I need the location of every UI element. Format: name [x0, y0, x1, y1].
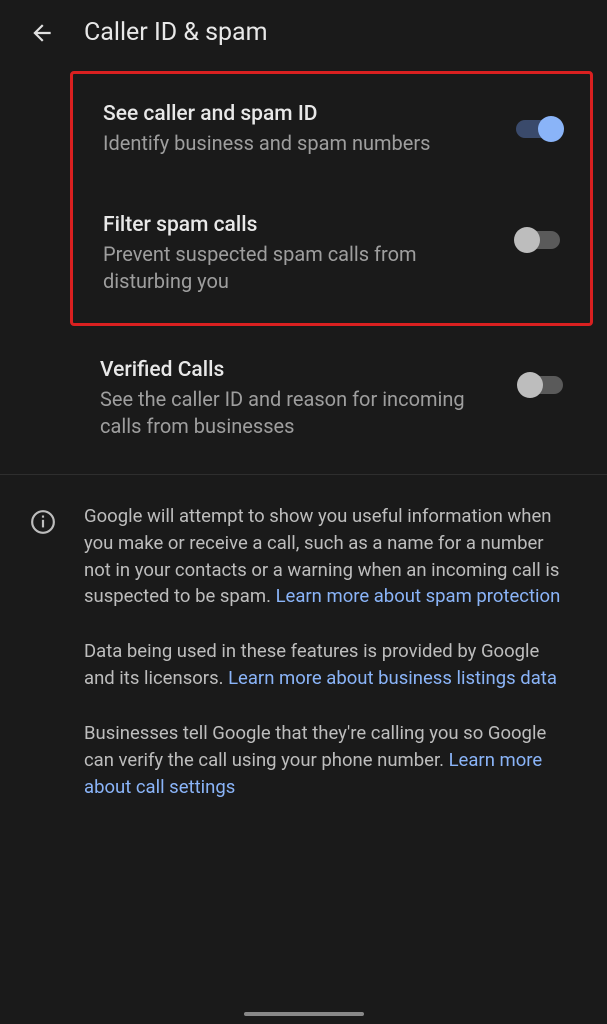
setting-verified-calls[interactable]: Verified Calls See the caller ID and rea…	[0, 326, 607, 474]
setting-description: See the caller ID and reason for incomin…	[100, 386, 499, 440]
toggle-filter-spam[interactable]	[516, 231, 560, 249]
info-section: Google will attempt to show you useful i…	[0, 475, 607, 828]
toggle-see-caller-id[interactable]	[516, 120, 560, 138]
header: Caller ID & spam	[0, 0, 607, 65]
setting-title: See caller and spam ID	[103, 102, 496, 126]
info-paragraph-1: Google will attempt to show you useful i…	[84, 503, 571, 610]
link-business-listings[interactable]: Learn more about business listings data	[228, 667, 557, 689]
toggle-verified-calls[interactable]	[519, 376, 563, 394]
setting-text: Verified Calls See the caller ID and rea…	[100, 358, 499, 440]
toggle-thumb	[514, 227, 540, 253]
setting-see-caller-id[interactable]: See caller and spam ID Identify business…	[103, 102, 560, 157]
arrow-back-icon	[29, 20, 55, 46]
link-spam-protection[interactable]: Learn more about spam protection	[276, 585, 561, 607]
info-icon	[30, 509, 56, 535]
setting-text: See caller and spam ID Identify business…	[103, 102, 496, 157]
setting-description: Identify business and spam numbers	[103, 130, 496, 157]
setting-title: Verified Calls	[100, 358, 499, 382]
setting-filter-spam[interactable]: Filter spam calls Prevent suspected spam…	[103, 213, 560, 295]
setting-text: Filter spam calls Prevent suspected spam…	[103, 213, 496, 295]
setting-title: Filter spam calls	[103, 213, 496, 237]
highlighted-settings-group: See caller and spam ID Identify business…	[70, 71, 593, 326]
toggle-thumb	[538, 116, 564, 142]
info-text: Google will attempt to show you useful i…	[84, 503, 571, 828]
setting-description: Prevent suspected spam calls from distur…	[103, 241, 496, 295]
info-paragraph-2: Data being used in these features is pro…	[84, 638, 571, 692]
page-title: Caller ID & spam	[84, 18, 268, 47]
toggle-thumb	[517, 372, 543, 398]
home-indicator[interactable]	[244, 1012, 364, 1016]
back-button[interactable]	[28, 19, 56, 47]
info-paragraph-3: Businesses tell Google that they're call…	[84, 720, 571, 800]
